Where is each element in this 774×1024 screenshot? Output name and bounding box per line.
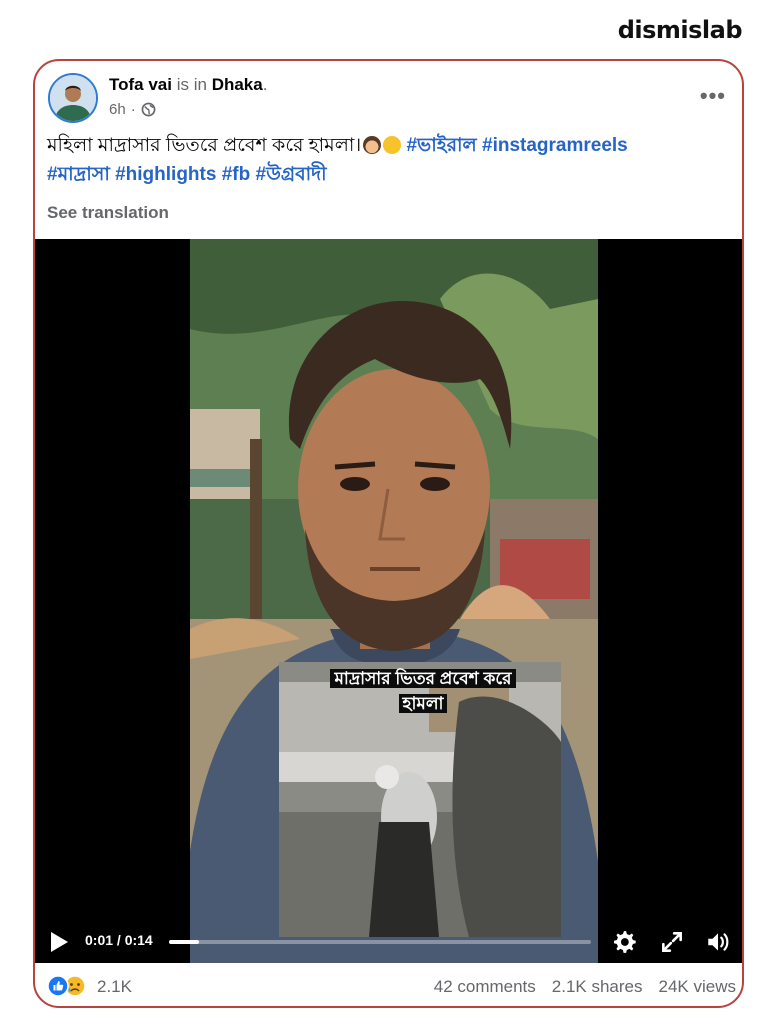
hashtag-link[interactable]: #fb [222, 164, 251, 185]
play-icon[interactable] [49, 931, 69, 953]
reaction-count[interactable]: 2.1K [97, 977, 132, 997]
location-suffix: . [262, 75, 268, 94]
video-player[interactable]: মাদ্রাসার ভিতর প্রবেশ করে হামলা 0:01 / 0… [35, 239, 742, 963]
settings-icon[interactable] [611, 929, 637, 955]
volume-icon[interactable] [705, 929, 731, 955]
reaction-icons[interactable] [47, 975, 87, 997]
overlay-caption-line1: মাদ্রাসার ভিতর প্রবেশ করে [330, 669, 516, 688]
views-count: 24K views [658, 977, 736, 996]
video-controls: 0:01 / 0:14 [35, 919, 742, 963]
hashtag-link[interactable]: #instagramreels [482, 135, 628, 156]
woman-emoji [363, 136, 382, 154]
post-meta: 6h · [109, 101, 156, 118]
see-translation-link[interactable]: See translation [47, 203, 169, 223]
video-progress-bar[interactable] [169, 940, 591, 944]
meta-dot: · [130, 101, 136, 118]
caption-text: মহিলা মাদ্রাসার ভিতরে প্রবেশ করে হামলা। [47, 135, 362, 156]
post-stats: 42 comments 2.1K shares 24K views [434, 977, 736, 997]
overlay-caption: মাদ্রাসার ভিতর প্রবেশ করে হামলা [293, 666, 553, 716]
video-frame: মাদ্রাসার ভিতর প্রবেশ করে হামলা [190, 239, 598, 963]
video-time: 0:01 / 0:14 [85, 932, 153, 948]
comments-count[interactable]: 42 comments [434, 977, 536, 997]
hashtag-link[interactable]: #highlights [115, 164, 216, 185]
crying-face-emoji [383, 136, 402, 154]
avatar[interactable] [48, 73, 98, 123]
hashtag-link[interactable]: #উগ্রবাদী [256, 164, 327, 185]
post-caption: মহিলা মাদ্রাসার ভিতরে প্রবেশ করে হামলা। … [47, 131, 727, 189]
post-time[interactable]: 6h [109, 101, 126, 118]
dismislab-logo: dismislab [617, 16, 743, 44]
hashtag-link[interactable]: #ভাইরাল [406, 135, 476, 156]
more-options-icon[interactable]: ••• [700, 83, 726, 109]
location-link[interactable]: Dhaka [212, 75, 263, 94]
like-icon [47, 975, 69, 997]
post-footer: 2.1K 42 comments 2.1K shares 24K views [35, 963, 742, 1006]
author-line: Tofa vai is in Dhaka. [109, 75, 267, 95]
hashtag-link[interactable]: #মাদ্রাসা [47, 164, 110, 185]
shares-count[interactable]: 2.1K shares [552, 977, 643, 997]
video-progress-fill [169, 940, 199, 944]
is-in-text: is in [176, 75, 207, 94]
fullscreen-icon[interactable] [659, 929, 685, 955]
globe-icon [141, 102, 156, 117]
author-name[interactable]: Tofa vai [109, 75, 172, 94]
overlay-video-clip: মাদ্রাসার ভিতর প্রবেশ করে হামলা [279, 662, 561, 937]
facebook-post-card: Tofa vai is in Dhaka. 6h · ••• মহিলা মাদ… [33, 59, 744, 1008]
overlay-caption-line2: হামলা [398, 694, 448, 713]
